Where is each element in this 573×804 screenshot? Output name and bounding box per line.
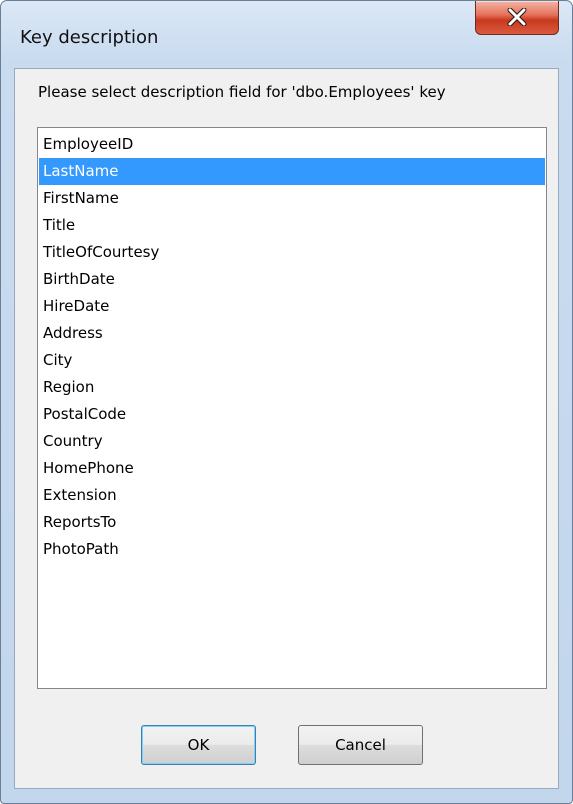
list-item[interactable]: Country bbox=[39, 428, 545, 455]
field-listbox[interactable]: EmployeeID LastName FirstName Title Titl… bbox=[37, 127, 547, 689]
list-item-selected[interactable]: LastName bbox=[39, 158, 545, 185]
instruction-text: Please select description field for 'dbo… bbox=[38, 83, 446, 101]
cancel-button[interactable]: Cancel bbox=[298, 725, 423, 765]
list-item[interactable]: HireDate bbox=[39, 293, 545, 320]
list-item[interactable]: EmployeeID bbox=[39, 131, 545, 158]
ok-button[interactable]: OK bbox=[141, 725, 256, 765]
list-item[interactable]: PostalCode bbox=[39, 401, 545, 428]
close-icon bbox=[507, 8, 527, 26]
list-item[interactable]: PhotoPath bbox=[39, 536, 545, 563]
list-item[interactable]: BirthDate bbox=[39, 266, 545, 293]
list-item[interactable]: Region bbox=[39, 374, 545, 401]
close-button[interactable] bbox=[475, 1, 559, 35]
list-item[interactable]: Title bbox=[39, 212, 545, 239]
list-item[interactable]: Extension bbox=[39, 482, 545, 509]
key-description-dialog: Key description Please select descriptio… bbox=[0, 0, 573, 804]
list-item[interactable]: City bbox=[39, 347, 545, 374]
list-item[interactable]: TitleOfCourtesy bbox=[39, 239, 545, 266]
dialog-title: Key description bbox=[20, 27, 159, 48]
list-item[interactable]: Address bbox=[39, 320, 545, 347]
list-item[interactable]: FirstName bbox=[39, 185, 545, 212]
dialog-client-area: Please select description field for 'dbo… bbox=[14, 68, 559, 789]
title-bar[interactable]: Key description bbox=[1, 1, 572, 69]
list-item[interactable]: ReportsTo bbox=[39, 509, 545, 536]
list-item[interactable]: HomePhone bbox=[39, 455, 545, 482]
